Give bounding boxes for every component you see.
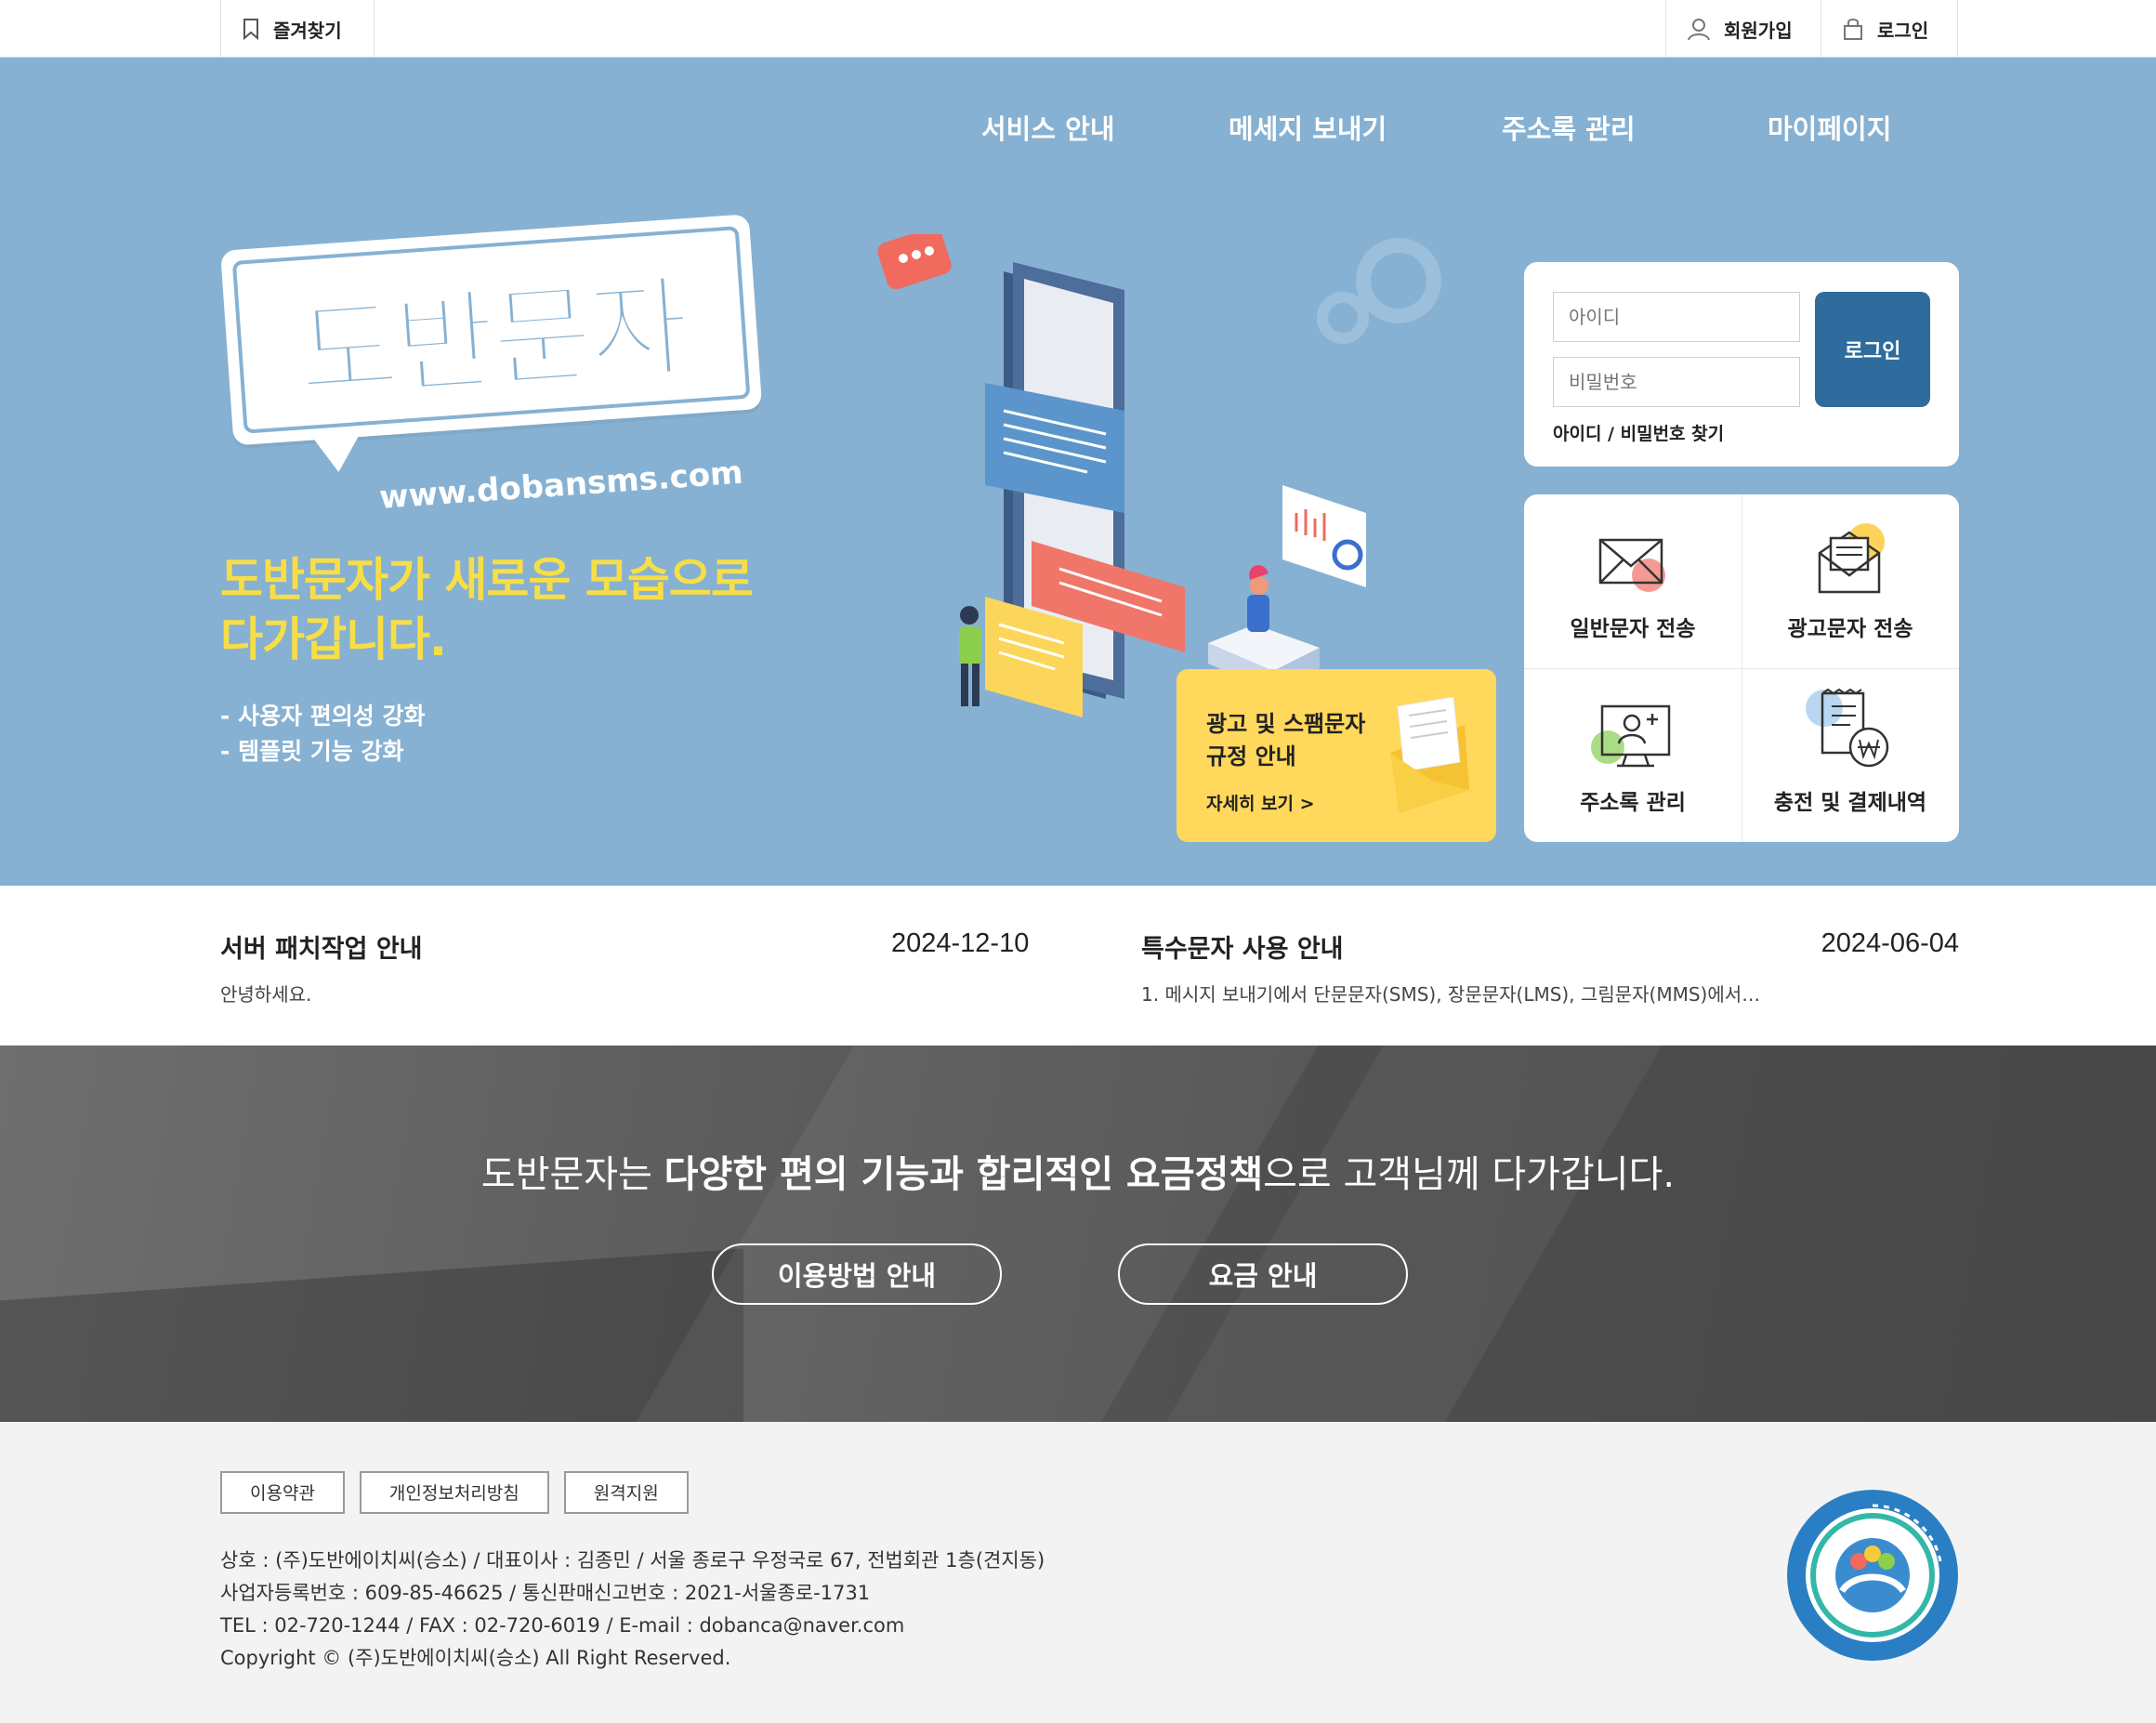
lock-icon bbox=[1844, 19, 1862, 40]
favorites-label: 즐겨찾기 bbox=[273, 19, 342, 42]
ad-spam-policy-card[interactable]: 광고 및 스팸문자 규정 안내 자세히 보기 > bbox=[1177, 669, 1496, 842]
quick-send-sms[interactable]: 일반문자 전송 bbox=[1524, 494, 1742, 668]
nav-address-book[interactable]: 주소록 관리 bbox=[1502, 108, 1636, 147]
banner-headline: 도반문자는 다양한 편의 기능과 합리적인 요금정책으로 고객님께 다가갑니다. bbox=[480, 1153, 1676, 1196]
promo-banner: 도반문자는 다양한 편의 기능과 합리적인 요금정책으로 고객님께 다가갑니다.… bbox=[0, 1046, 2156, 1422]
remote-support-link[interactable]: 원격지원 bbox=[563, 1471, 689, 1514]
login-link[interactable]: 로그인 bbox=[1821, 0, 1958, 58]
signup-label: 회원가입 bbox=[1724, 19, 1793, 42]
hero-bullets: - 사용자 편의성 강화 - 템플릿 기능 강화 bbox=[220, 699, 426, 769]
company-info-line: TEL : 02-720-1244 / FAX : 02-720-6019 / … bbox=[220, 1614, 905, 1637]
login-button[interactable]: 로그인 bbox=[1815, 292, 1930, 407]
quick-payment-history[interactable]: 충전 및 결제내역 bbox=[1742, 668, 1959, 842]
quick-label: 광고문자 전송 bbox=[1787, 617, 1913, 641]
logo-title: 도반문자 bbox=[292, 260, 691, 418]
login-label: 로그인 bbox=[1877, 19, 1929, 42]
logo-speech-tail bbox=[311, 433, 363, 474]
logo-url: www.dobansms.com bbox=[378, 454, 744, 517]
copyright: Copyright © (주)도반에이치씨(승소) All Right Rese… bbox=[220, 1647, 731, 1669]
nav-service-info[interactable]: 서비스 안내 bbox=[981, 108, 1115, 147]
ad-card-title: 광고 및 스팸문자 규정 안내 bbox=[1206, 711, 1366, 769]
hero-headline: 도반문자가 새로운 모습으로 다가갑니다. bbox=[220, 550, 815, 669]
company-info-line: 사업자등록번호 : 609-85-46625 / 통신판매신고번호 : 2021… bbox=[220, 1582, 871, 1604]
quick-label: 주소록 관리 bbox=[1580, 791, 1686, 815]
certification-seal-icon bbox=[1787, 1490, 1958, 1661]
notice-summary: 1. 메시지 보내기에서 단문문자(SMS), 장문문자(LMS), 그림문자(… bbox=[1141, 983, 1764, 1006]
bullet-item: - 템플릿 기능 강화 bbox=[220, 738, 404, 765]
user-id-input[interactable] bbox=[1553, 292, 1800, 342]
ad-card-more-link[interactable]: 자세히 보기 > bbox=[1206, 790, 1315, 815]
notice-date: 2024-12-10 bbox=[891, 928, 1030, 958]
login-box: 로그인 아이디 / 비밀번호 찾기 bbox=[1524, 262, 1959, 467]
footer: 이용약관 개인정보처리방침 원격지원 상호 : (주)도반에이치씨(승소) / … bbox=[0, 1422, 2156, 1723]
signup-link[interactable]: 회원가입 bbox=[1665, 0, 1821, 58]
company-info-line: 상호 : (주)도반에이치씨(승소) / 대표이사 : 김종민 / 서울 종로구… bbox=[220, 1549, 1045, 1572]
ad-envelope-icon bbox=[1818, 523, 1885, 594]
receipt-won-icon bbox=[1806, 688, 1889, 768]
logo-sign: 도반문자 bbox=[220, 214, 763, 446]
pricing-guide-button[interactable]: 요금 안내 bbox=[1118, 1243, 1408, 1305]
contact-monitor-icon bbox=[1591, 704, 1671, 768]
privacy-policy-link[interactable]: 개인정보처리방침 bbox=[359, 1471, 549, 1514]
quick-label: 일반문자 전송 bbox=[1570, 617, 1696, 641]
nav-mypage[interactable]: 마이페이지 bbox=[1768, 108, 1891, 147]
top-utility-bar: 즐겨찾기 회원가입 로그인 bbox=[0, 0, 2156, 58]
notice-date: 2024-06-04 bbox=[1821, 928, 1959, 958]
main-navigation: 서비스 안내 메세지 보내기 주소록 관리 마이페이지 bbox=[0, 108, 2156, 164]
notice-section: 서버 패치작업 안내 2024-12-10 안녕하세요. 특수문자 사용 안내 … bbox=[0, 886, 2156, 1046]
headline-line-1: 도반문자가 새로운 모습으로 bbox=[220, 553, 754, 607]
notice-summary: 안녕하세요. bbox=[220, 983, 312, 1006]
headline-line-2: 다가갑니다. bbox=[220, 612, 447, 666]
envelope-icon bbox=[1598, 538, 1665, 592]
password-input[interactable] bbox=[1553, 357, 1800, 407]
notice-item[interactable]: 서버 패치작업 안내 2024-12-10 안녕하세요. bbox=[220, 928, 1038, 1006]
bookmark-icon bbox=[243, 19, 258, 40]
company-info: 상호 : (주)도반에이치씨(승소) / 대표이사 : 김종민 / 서울 종로구… bbox=[220, 1545, 1045, 1675]
notice-item[interactable]: 특수문자 사용 안내 2024-06-04 1. 메시지 보내기에서 단문문자(… bbox=[1141, 928, 1959, 1006]
terms-link[interactable]: 이용약관 bbox=[220, 1471, 345, 1514]
footer-links: 이용약관 개인정보처리방침 원격지원 bbox=[220, 1471, 689, 1514]
user-icon bbox=[1688, 19, 1710, 41]
quick-send-ad-sms[interactable]: 광고문자 전송 bbox=[1742, 494, 1959, 668]
find-id-password-link[interactable]: 아이디 / 비밀번호 찾기 bbox=[1553, 420, 1724, 445]
nav-send-message[interactable]: 메세지 보내기 bbox=[1229, 108, 1387, 147]
usage-guide-button[interactable]: 이용방법 안내 bbox=[712, 1243, 1002, 1305]
bullet-item: - 사용자 편의성 강화 bbox=[220, 703, 426, 730]
quick-address-book[interactable]: 주소록 관리 bbox=[1524, 668, 1742, 842]
quick-label: 충전 및 결제내역 bbox=[1773, 791, 1927, 815]
favorites-link[interactable]: 즐겨찾기 bbox=[220, 0, 375, 58]
quick-menu-grid: 일반문자 전송 광고문자 전송 주소록 관리 충전 및 결제내역 bbox=[1524, 494, 1959, 842]
open-envelope-icon bbox=[1390, 697, 1469, 813]
hero-section: 서비스 안내 메세지 보내기 주소록 관리 마이페이지 도반문자 www.dob… bbox=[0, 58, 2156, 886]
brand-logo[interactable]: 도반문자 www.dobansms.com bbox=[220, 214, 763, 530]
